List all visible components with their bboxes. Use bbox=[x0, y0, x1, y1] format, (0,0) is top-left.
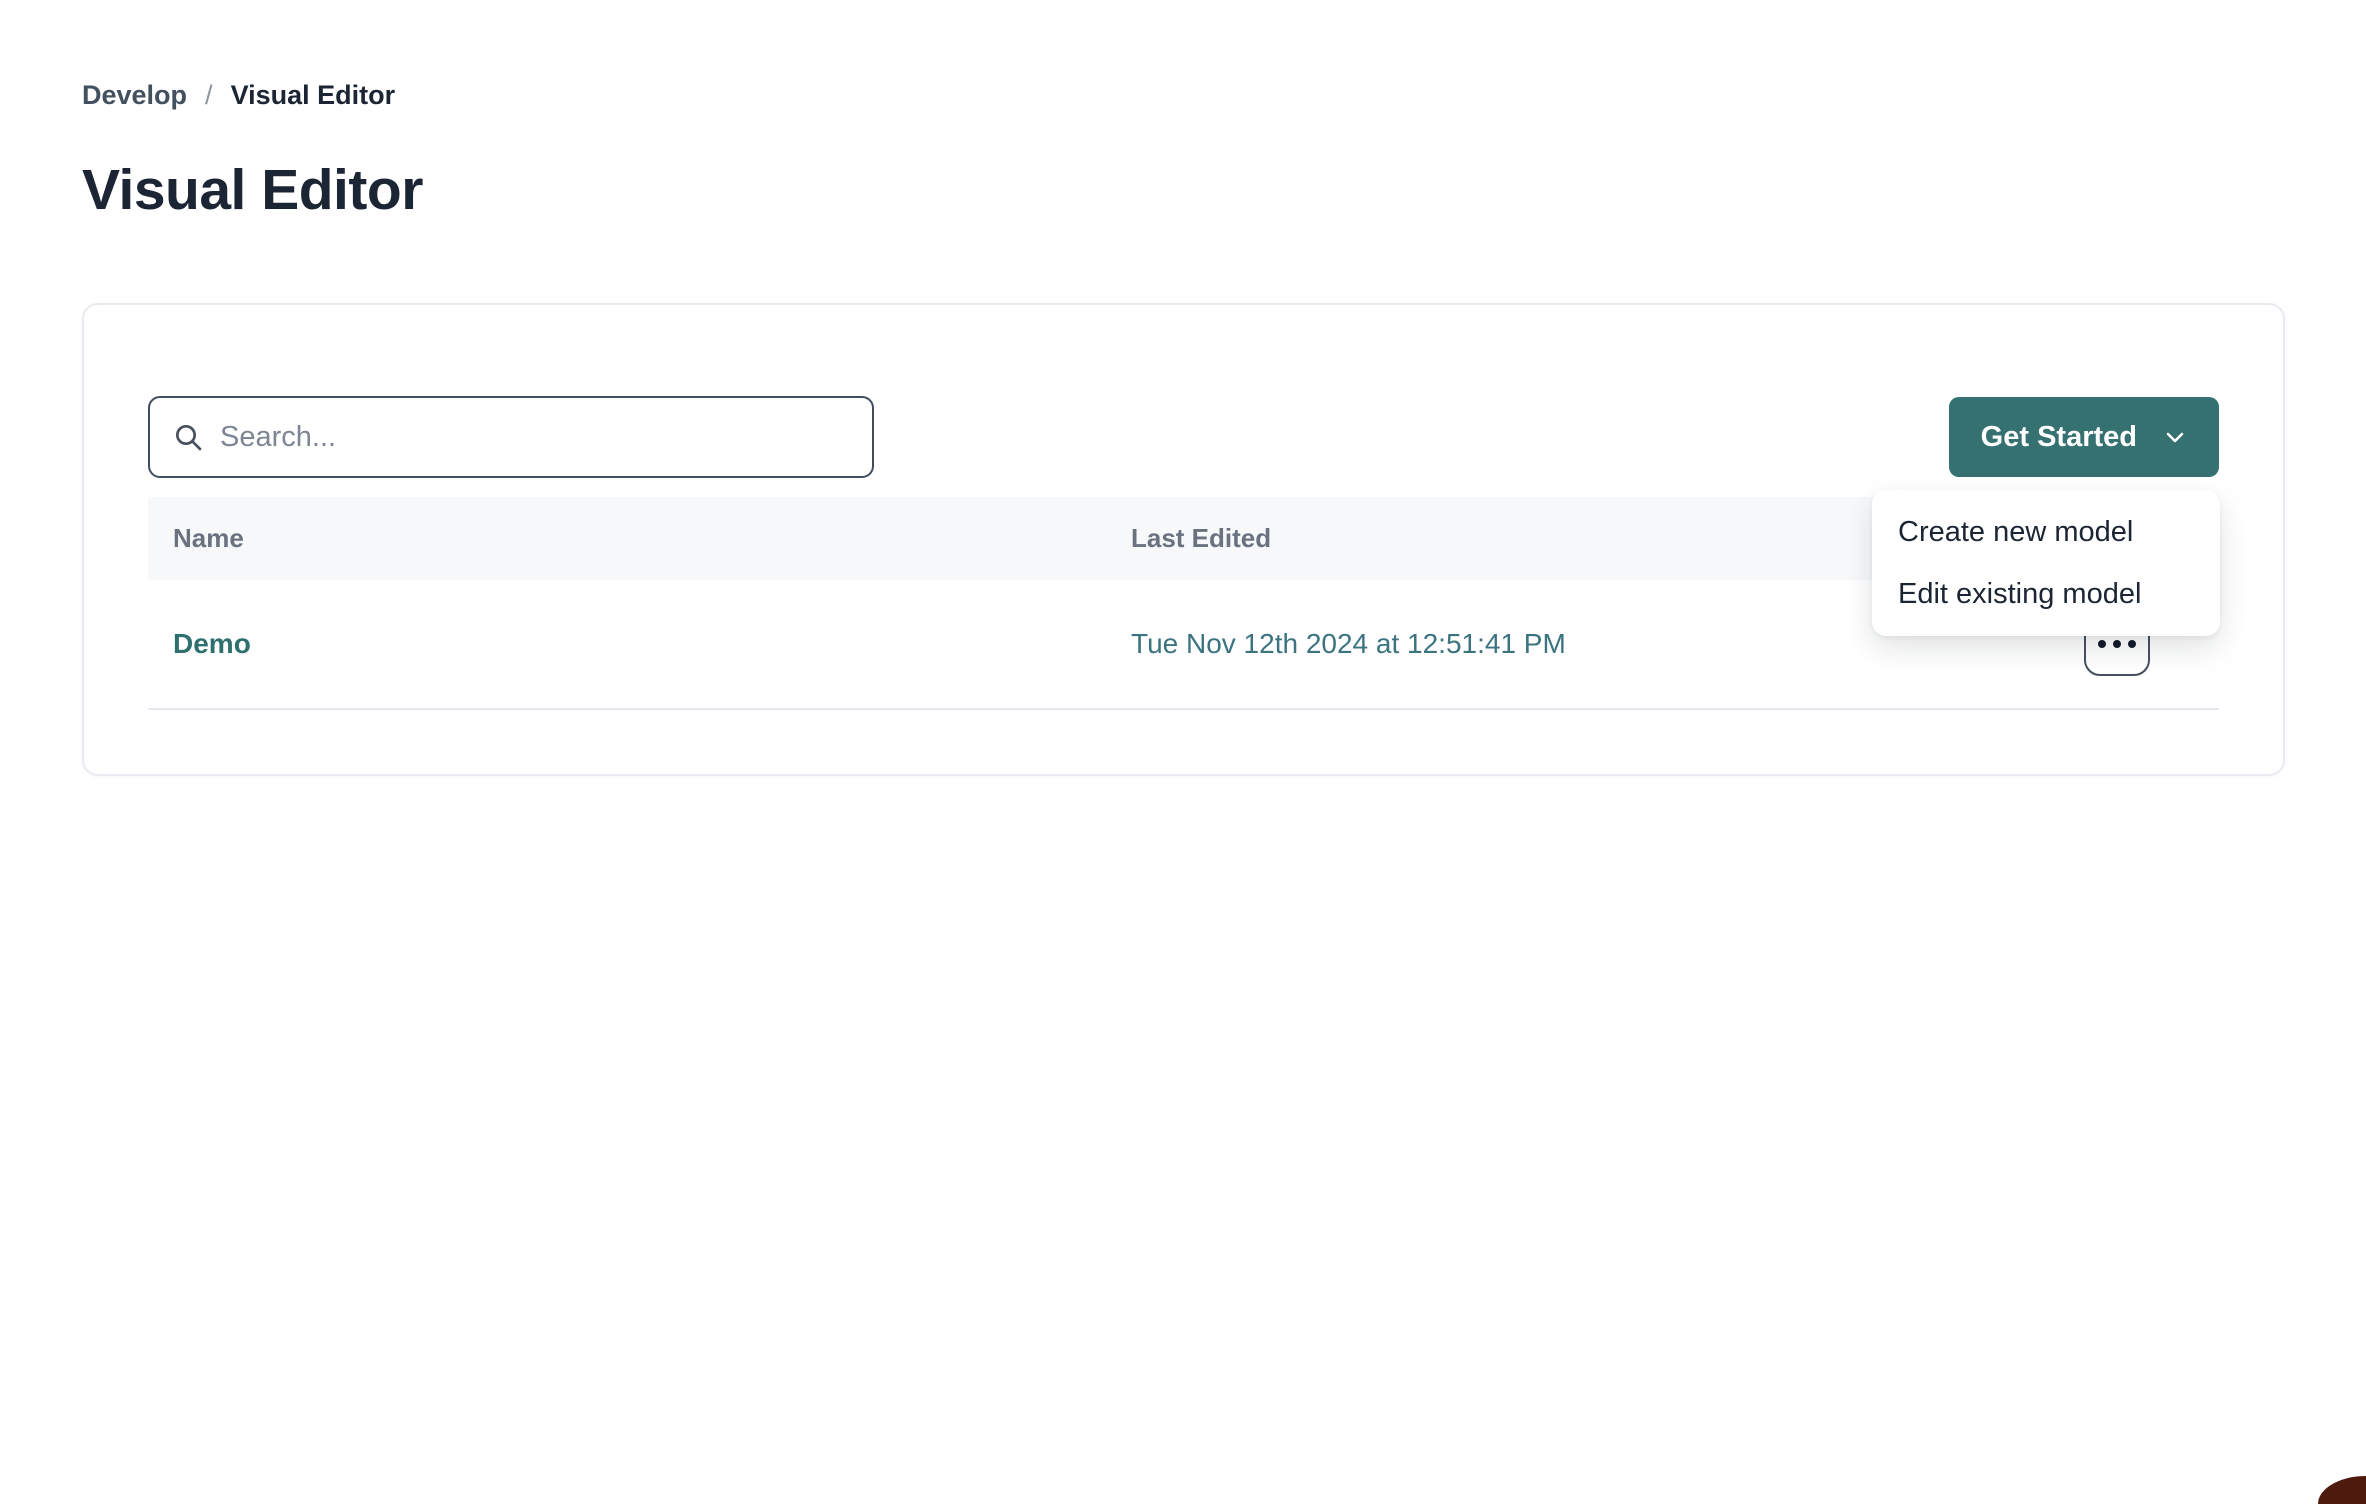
breadcrumb-visual-editor: Visual Editor bbox=[231, 80, 396, 111]
chevron-down-icon bbox=[2163, 425, 2187, 449]
breadcrumb-separator: / bbox=[205, 80, 213, 111]
search-input[interactable] bbox=[220, 398, 850, 476]
get-started-dropdown: Create new model Edit existing model bbox=[1872, 490, 2220, 636]
ellipsis-icon bbox=[2098, 640, 2106, 648]
breadcrumb-develop[interactable]: Develop bbox=[82, 80, 187, 111]
breadcrumb: Develop / Visual Editor bbox=[82, 80, 2284, 111]
menu-item-edit-existing-model[interactable]: Edit existing model bbox=[1872, 563, 2220, 625]
toolbar: Get Started bbox=[148, 396, 2219, 478]
page-title: Visual Editor bbox=[82, 157, 2284, 223]
search-box[interactable] bbox=[148, 396, 874, 478]
models-card: Get Started Name Last Edited Demo Tue No… bbox=[82, 303, 2285, 776]
model-name-link[interactable]: Demo bbox=[173, 628, 251, 659]
chat-widget-corner[interactable] bbox=[2318, 1476, 2366, 1504]
main-page: Develop / Visual Editor Visual Editor Ge… bbox=[0, 0, 2366, 776]
column-header-name: Name bbox=[148, 523, 1131, 554]
get-started-button[interactable]: Get Started bbox=[1949, 397, 2219, 477]
search-icon bbox=[172, 421, 204, 453]
model-last-edited: Tue Nov 12th 2024 at 12:51:41 PM bbox=[1131, 628, 1566, 659]
get-started-label: Get Started bbox=[1981, 421, 2137, 454]
menu-item-create-new-model[interactable]: Create new model bbox=[1872, 501, 2220, 563]
